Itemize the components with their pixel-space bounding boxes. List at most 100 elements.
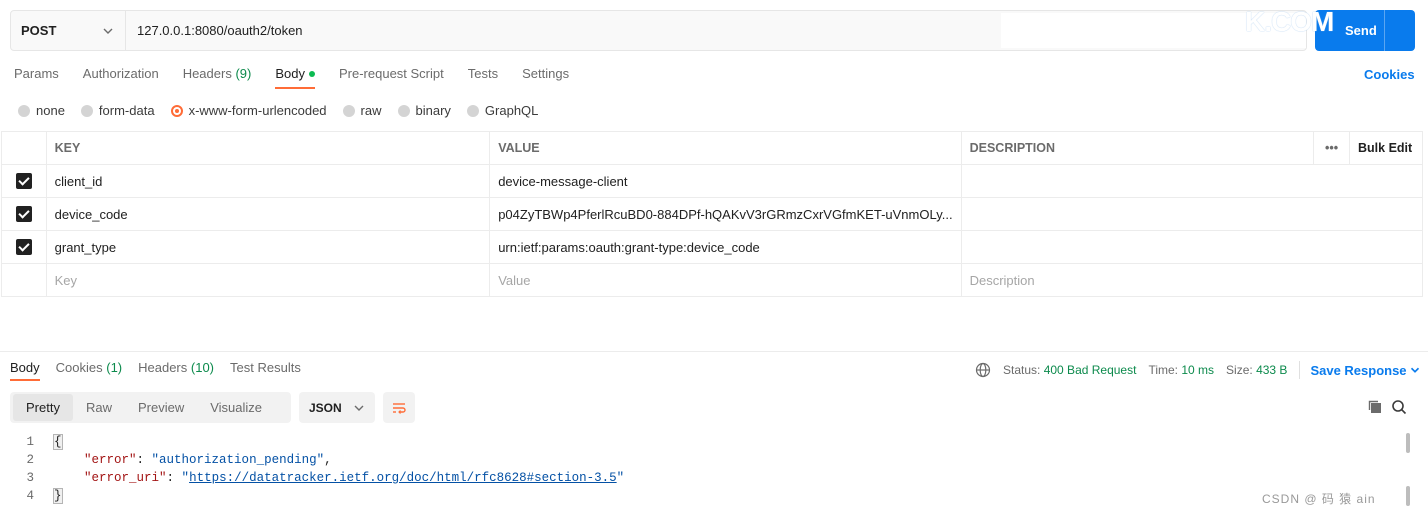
row-value[interactable]: device-message-client xyxy=(489,164,962,198)
response-divider xyxy=(0,351,1428,352)
response-tab-test-results[interactable]: Test Results xyxy=(230,360,301,381)
body-active-dot xyxy=(308,70,315,77)
row-checkbox-cell xyxy=(1,164,47,198)
scrollbar-thumb[interactable] xyxy=(1406,433,1410,453)
response-code-view[interactable]: 1{ 2 "error": "authorization_pending", 3… xyxy=(0,433,1400,505)
watermark-text: CSDN @ 码 猿 ain xyxy=(1262,492,1376,506)
row-description[interactable] xyxy=(960,197,1424,231)
tab-params[interactable]: Params xyxy=(14,66,59,89)
tab-headers[interactable]: Headers (9) xyxy=(183,66,252,89)
row-value[interactable]: urn:ietf:params:oauth:grant-type:device_… xyxy=(489,230,962,264)
radio-circle xyxy=(466,104,479,117)
radio-binary[interactable]: binary xyxy=(397,103,451,118)
format-label: JSON xyxy=(309,400,342,415)
view-visualize[interactable]: Visualize xyxy=(197,394,275,421)
tab-authorization[interactable]: Authorization xyxy=(83,66,159,89)
chevron-down-icon xyxy=(354,405,364,411)
table-row: grant_type urn:ietf:params:oauth:grant-t… xyxy=(1,230,1424,264)
tab-settings[interactable]: Settings xyxy=(522,66,569,89)
wrap-lines-icon xyxy=(393,402,406,414)
radio-circle xyxy=(342,104,355,117)
time-value: 10 ms xyxy=(1181,363,1215,377)
size-value: 433 B xyxy=(1256,363,1288,377)
view-preview[interactable]: Preview xyxy=(125,394,197,421)
chevron-down-icon xyxy=(1410,367,1419,373)
row-checkbox[interactable] xyxy=(15,206,32,223)
radio-circle-selected xyxy=(170,104,183,117)
tab-body[interactable]: Body xyxy=(275,66,315,89)
row-description[interactable] xyxy=(960,230,1424,264)
row-checkbox-cell xyxy=(1,230,47,264)
radio-form-data[interactable]: form-data xyxy=(80,103,155,118)
new-description-input[interactable]: Description xyxy=(960,263,1424,297)
brace-close: } xyxy=(53,488,63,504)
send-split-divider xyxy=(1384,10,1385,51)
globe-icon[interactable] xyxy=(975,362,991,378)
brace-open: { xyxy=(53,434,63,450)
save-separator xyxy=(1299,361,1301,379)
time-info: Time: 10 ms xyxy=(1148,363,1215,377)
row-description[interactable] xyxy=(960,164,1424,198)
response-headers-count: (10) xyxy=(190,360,215,375)
radio-graphql[interactable]: GraphQL xyxy=(466,103,538,118)
copy-icon[interactable] xyxy=(1367,399,1383,415)
json-value-error: "authorization_pending" xyxy=(151,453,325,467)
row-checkbox-cell xyxy=(1,197,47,231)
code-line: 1{ xyxy=(0,433,1400,451)
response-tab-cookies[interactable]: Cookies (1) xyxy=(56,360,122,381)
table-row: client_id device-message-client xyxy=(1,164,1424,198)
response-tab-headers[interactable]: Headers (10) xyxy=(138,360,214,381)
header-checkbox-cell xyxy=(1,131,47,165)
row-key[interactable]: client_id xyxy=(45,164,491,198)
radio-x-www-form-urlencoded[interactable]: x-www-form-urlencoded xyxy=(170,103,327,118)
new-value-input[interactable]: Value xyxy=(489,263,962,297)
header-description: DESCRIPTION xyxy=(960,131,1315,165)
search-icon[interactable] xyxy=(1391,399,1407,415)
response-tab-body[interactable]: Body xyxy=(10,360,40,381)
row-checkbox[interactable] xyxy=(15,173,32,190)
request-tabs: Params Authorization Headers (9) Body Pr… xyxy=(14,66,593,89)
more-options-icon[interactable]: ••• xyxy=(1313,131,1351,165)
line-number: 3 xyxy=(26,471,34,485)
view-raw[interactable]: Raw xyxy=(73,394,125,421)
radio-circle xyxy=(80,104,93,117)
header-key: KEY xyxy=(45,131,491,165)
format-select[interactable]: JSON xyxy=(299,392,375,423)
header-value: VALUE xyxy=(489,131,962,165)
row-key[interactable]: device_code xyxy=(45,197,491,231)
line-number: 4 xyxy=(26,489,34,503)
response-status-area: Status: 400 Bad Request Time: 10 ms Size… xyxy=(975,361,1423,379)
json-key-error: "error" xyxy=(84,453,137,467)
json-key-error-uri: "error_uri" xyxy=(84,471,167,485)
row-checkbox-cell xyxy=(1,263,47,297)
error-uri-link[interactable]: https://datatracker.ietf.org/doc/html/rf… xyxy=(189,471,617,485)
cookies-link[interactable]: Cookies xyxy=(1364,67,1415,82)
scrollbar-thumb-bottom[interactable] xyxy=(1406,486,1410,506)
code-line: 3 "error_uri": "https://datatracker.ietf… xyxy=(0,469,1400,487)
tab-pre-request-script[interactable]: Pre-request Script xyxy=(339,66,444,89)
save-response-button[interactable]: Save Response xyxy=(1310,363,1422,378)
wrap-lines-button[interactable] xyxy=(383,392,415,423)
tab-tests[interactable]: Tests xyxy=(468,66,498,89)
row-value[interactable]: p04ZyTBWp4PferlRcuBD0-884DPf-hQAKvV3rGRm… xyxy=(489,197,962,231)
body-type-radios: none form-data x-www-form-urlencoded raw… xyxy=(18,103,554,118)
view-pretty[interactable]: Pretty xyxy=(13,394,73,421)
cookies-count: (1) xyxy=(106,360,123,375)
bulk-edit-button[interactable]: Bulk Edit xyxy=(1349,131,1423,165)
line-number: 1 xyxy=(26,435,34,449)
params-table: KEY VALUE DESCRIPTION ••• Bulk Edit clie… xyxy=(1,131,1424,297)
watermark-logo: K.COM xyxy=(1245,6,1334,37)
new-key-input[interactable]: Key xyxy=(45,263,491,297)
send-label: Send xyxy=(1345,23,1377,38)
radio-circle xyxy=(397,104,410,117)
radio-none[interactable]: none xyxy=(18,103,65,118)
table-row-new: Key Value Description xyxy=(1,263,1424,297)
table-header-row: KEY VALUE DESCRIPTION ••• Bulk Edit xyxy=(1,131,1423,165)
view-mode-segment: Pretty Raw Preview Visualize xyxy=(10,392,291,423)
method-select[interactable]: POST xyxy=(11,11,126,50)
chevron-down-icon xyxy=(101,24,115,38)
table-row: device_code p04ZyTBWp4PferlRcuBD0-884DPf… xyxy=(1,197,1424,231)
radio-raw[interactable]: raw xyxy=(342,103,382,118)
row-checkbox[interactable] xyxy=(15,239,32,256)
row-key[interactable]: grant_type xyxy=(45,230,491,264)
